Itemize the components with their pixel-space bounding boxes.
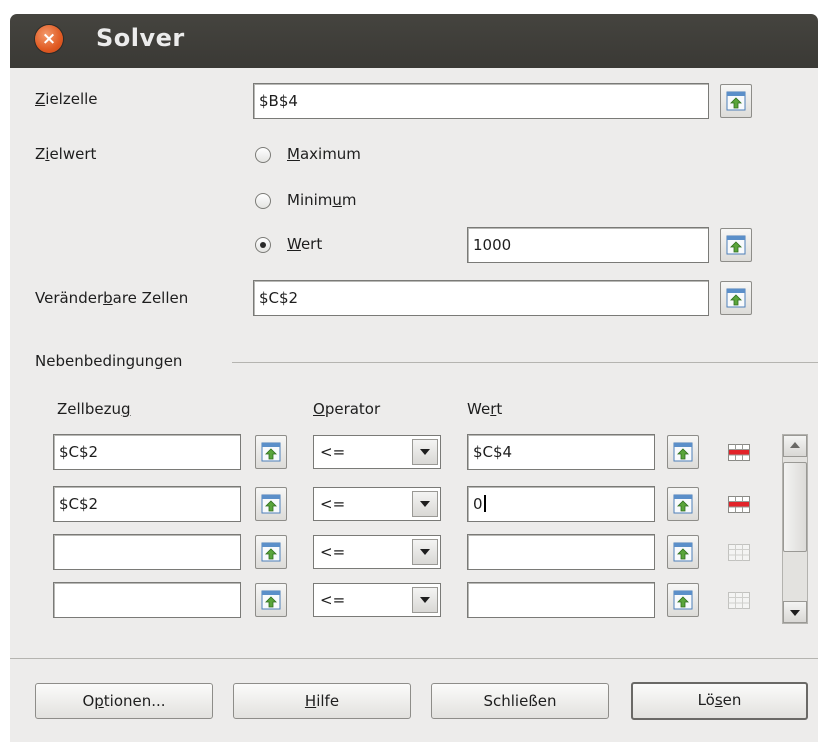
chevron-down-icon[interactable] [412, 539, 438, 565]
constraint-2-cell-input[interactable]: $C$2 [53, 486, 241, 522]
constraint-3-value-input[interactable] [467, 534, 655, 570]
target-value-input[interactable]: 1000 [467, 227, 709, 263]
constraint-4-operator-value: <= [320, 591, 346, 609]
radio-minimum-label[interactable]: Minimum [287, 191, 357, 209]
col-header-cell-ref: Zellbezug [57, 400, 131, 418]
col-header-operator: Operator [313, 400, 381, 418]
shrink-icon [673, 542, 693, 562]
constraint-2-value-text: 0 [473, 495, 483, 513]
target-value-shrink-button[interactable] [720, 228, 752, 262]
constraint-1-cell-input[interactable]: $C$2 [53, 434, 241, 470]
radio-maximum[interactable] [255, 147, 271, 163]
remove-icon [728, 444, 750, 461]
chevron-down-icon[interactable] [412, 491, 438, 517]
shrink-icon [261, 494, 281, 514]
shrink-icon [673, 494, 693, 514]
constraint-4-cell-input[interactable] [53, 582, 241, 618]
constraints-section-label: Nebenbedingungen [35, 352, 183, 370]
remove-icon [728, 592, 750, 609]
chevron-down-icon[interactable] [412, 439, 438, 465]
text-cursor [483, 495, 486, 512]
constraint-3-value-shrink-button[interactable] [667, 535, 699, 569]
background-strip [0, 0, 818, 14]
shrink-icon [261, 442, 281, 462]
constraint-2-cell-shrink-button[interactable] [255, 487, 287, 521]
constraint-1-operator-select[interactable]: <= [313, 435, 441, 469]
solve-button[interactable]: Lösen [631, 682, 808, 720]
shrink-icon [726, 235, 746, 255]
constraint-1-value-shrink-button[interactable] [667, 435, 699, 469]
options-button[interactable]: Optionen... [35, 683, 213, 719]
radio-value[interactable] [255, 237, 271, 253]
remove-icon [728, 544, 750, 561]
constraint-4-remove-button [718, 583, 758, 617]
constraint-2-value-shrink-button[interactable] [667, 487, 699, 521]
constraint-1-remove-button[interactable] [718, 435, 758, 469]
constraint-4-operator-select[interactable]: <= [313, 583, 441, 617]
constraint-2-value-input[interactable]: 0 [467, 486, 655, 522]
close-button[interactable]: Schließen [431, 683, 609, 719]
dialog-panel [10, 68, 818, 742]
shrink-icon [261, 590, 281, 610]
close-window-button[interactable]: × [35, 25, 63, 53]
constraint-3-remove-button [718, 535, 758, 569]
scroll-up-button[interactable] [783, 435, 807, 457]
window-title: Solver [96, 24, 185, 52]
shrink-icon [673, 590, 693, 610]
close-icon: × [41, 29, 57, 49]
constraint-3-operator-select[interactable]: <= [313, 535, 441, 569]
changing-cells-input[interactable]: $C$2 [253, 280, 709, 316]
changing-cells-shrink-button[interactable] [720, 281, 752, 315]
shrink-icon [726, 91, 746, 111]
optimize-label: Zielwert [35, 145, 97, 163]
col-header-value: Wert [467, 400, 503, 418]
target-cell-shrink-button[interactable] [720, 84, 752, 118]
chevron-down-icon[interactable] [412, 587, 438, 613]
constraint-3-operator-value: <= [320, 543, 346, 561]
radio-maximum-label[interactable]: Maximum [287, 145, 361, 163]
constraints-separator [232, 362, 818, 363]
target-cell-label: Zielzelle [35, 90, 98, 108]
scroll-thumb[interactable] [783, 462, 807, 552]
constraint-3-cell-shrink-button[interactable] [255, 535, 287, 569]
radio-minimum[interactable] [255, 193, 271, 209]
constraint-2-operator-value: <= [320, 495, 346, 513]
constraint-4-value-shrink-button[interactable] [667, 583, 699, 617]
shrink-icon [673, 442, 693, 462]
constraint-2-operator-select[interactable]: <= [313, 487, 441, 521]
constraint-1-operator-value: <= [320, 443, 346, 461]
scroll-down-button[interactable] [783, 601, 807, 623]
shrink-icon [261, 542, 281, 562]
buttons-separator [10, 658, 818, 659]
changing-cells-label: Veränderbare Zellen [35, 289, 189, 307]
constraint-4-cell-shrink-button[interactable] [255, 583, 287, 617]
radio-value-label[interactable]: Wert [287, 235, 322, 253]
constraint-4-value-input[interactable] [467, 582, 655, 618]
shrink-icon [726, 288, 746, 308]
constraint-1-cell-shrink-button[interactable] [255, 435, 287, 469]
help-button[interactable]: Hilfe [233, 683, 411, 719]
target-cell-input[interactable]: $B$4 [253, 83, 709, 119]
constraint-2-remove-button[interactable] [718, 487, 758, 521]
constraint-3-cell-input[interactable] [53, 534, 241, 570]
constraint-1-value-input[interactable]: $C$4 [467, 434, 655, 470]
remove-icon [728, 496, 750, 513]
